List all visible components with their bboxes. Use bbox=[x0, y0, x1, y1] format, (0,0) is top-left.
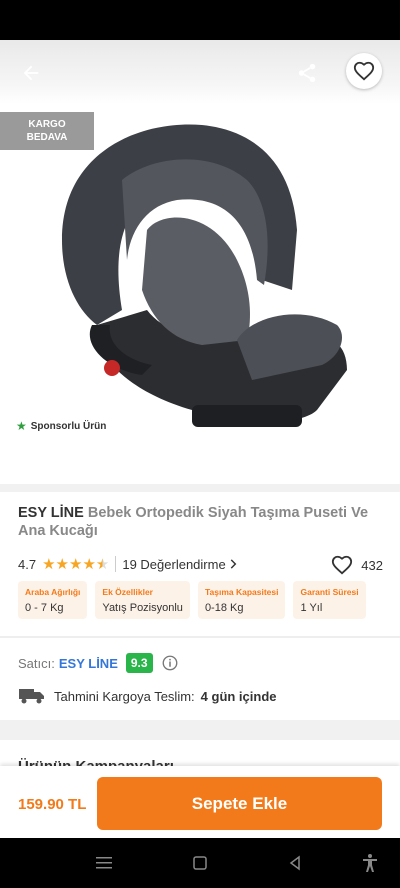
star-icon: ★ bbox=[16, 419, 27, 433]
star-icon: ★ bbox=[68, 555, 83, 573]
home-icon[interactable] bbox=[190, 853, 210, 873]
bottom-bar: 159.90 TL Sepete Ekle bbox=[0, 766, 400, 838]
chevron-right-icon bbox=[230, 559, 237, 569]
attribute-card[interactable]: Garanti Süresi 1 Yıl bbox=[293, 581, 366, 619]
attribute-value: 0-18 Kg bbox=[204, 602, 244, 614]
sponsored-label: ★ Sponsorlu Ürün bbox=[16, 419, 106, 433]
rating-stars: ★ ★ ★ ★ ★ bbox=[42, 557, 109, 572]
attribute-value: Yatış Pozisyonlu bbox=[102, 602, 183, 614]
separator bbox=[115, 556, 117, 572]
share-icon bbox=[298, 63, 316, 83]
price: 159.90 TL bbox=[18, 796, 87, 813]
badge-line-2: BEDAVA bbox=[26, 132, 68, 143]
menu-icon[interactable] bbox=[94, 853, 114, 873]
heart-outline-icon bbox=[332, 555, 353, 575]
star-icon: ★ bbox=[55, 555, 69, 573]
star-icon: ★ bbox=[42, 555, 56, 573]
favorite-count: 432 bbox=[361, 557, 383, 573]
attributes-row: Araba Ağırlığı 0 - 7 Kg Ek Özellikler Ya… bbox=[18, 581, 384, 619]
attribute-card[interactable]: Taşıma Kapasitesi 0-18 Kg bbox=[197, 581, 286, 619]
reviews-link[interactable]: 19 Değerlendirme bbox=[122, 557, 239, 572]
accessibility-icon[interactable] bbox=[360, 853, 380, 873]
system-nav-bar bbox=[0, 838, 400, 888]
delivery-row: Tahmini Kargoya Teslim: 4 gün içinde bbox=[18, 687, 277, 705]
rating-value: 4.7 bbox=[18, 556, 37, 572]
heart-outline-icon bbox=[353, 61, 375, 81]
attribute-value: 0 - 7 Kg bbox=[25, 602, 64, 614]
product-image bbox=[62, 124, 347, 427]
product-screen: KARGO BEDAVA ★ Sponsorlu Ürün ESY LİNE B… bbox=[0, 40, 400, 838]
attribute-label: Garanti Süresi bbox=[300, 587, 359, 597]
free-shipping-badge: KARGO BEDAVA bbox=[0, 112, 94, 150]
attribute-label: Ek Özellikler bbox=[102, 587, 153, 597]
product-image-area[interactable]: KARGO BEDAVA ★ Sponsorlu Ürün bbox=[0, 40, 400, 484]
status-bar bbox=[0, 0, 400, 40]
brand-name[interactable]: ESY LİNE bbox=[18, 505, 84, 521]
delivery-label: Tahmini Kargoya Teslim: bbox=[54, 688, 195, 704]
attribute-card[interactable]: Araba Ağırlığı 0 - 7 Kg bbox=[18, 581, 88, 619]
add-to-cart-button[interactable]: Sepete Ekle bbox=[97, 777, 382, 830]
section-divider bbox=[0, 720, 400, 740]
share-button[interactable] bbox=[290, 56, 324, 90]
back-nav-icon[interactable] bbox=[285, 853, 305, 873]
badge-line-1: KARGO bbox=[28, 119, 66, 130]
truck-icon bbox=[19, 689, 44, 704]
half-star-icon: ★ bbox=[95, 555, 110, 573]
attribute-card[interactable]: Ek Özellikler Yatış Pozisyonlu bbox=[95, 581, 190, 619]
attribute-value: 1 Yıl bbox=[300, 602, 323, 614]
seller-name-link[interactable]: ESY LİNE bbox=[59, 656, 118, 671]
info-icon[interactable] bbox=[161, 654, 179, 672]
rating-row: 4.7 ★ ★ ★ ★ ★ 19 Değerlendirme 432 bbox=[18, 554, 383, 576]
favorite-count-button[interactable]: 432 bbox=[331, 554, 383, 576]
star-icon: ★ bbox=[82, 555, 96, 573]
sponsored-text: Sponsorlu Ürün bbox=[30, 420, 107, 432]
seller-row: Satıcı: ESY LİNE 9.3 bbox=[18, 653, 179, 673]
seller-score-badge: 9.3 bbox=[125, 653, 153, 673]
product-title: ESY LİNE Bebek Ortopedik Siyah Taşıma Pu… bbox=[18, 504, 383, 540]
delivery-days: 4 gün içinde bbox=[200, 688, 277, 704]
seller-label: Satıcı: bbox=[18, 655, 55, 671]
reviews-count: 19 Değerlendirme bbox=[122, 556, 226, 572]
favorite-button[interactable] bbox=[346, 53, 382, 89]
section-divider bbox=[0, 636, 400, 638]
back-button[interactable] bbox=[14, 56, 48, 90]
top-bar bbox=[0, 40, 400, 104]
section-divider bbox=[0, 484, 400, 492]
attribute-label: Araba Ağırlığı bbox=[25, 587, 81, 597]
arrow-left-icon bbox=[23, 65, 39, 81]
attribute-label: Taşıma Kapasitesi bbox=[204, 587, 279, 597]
